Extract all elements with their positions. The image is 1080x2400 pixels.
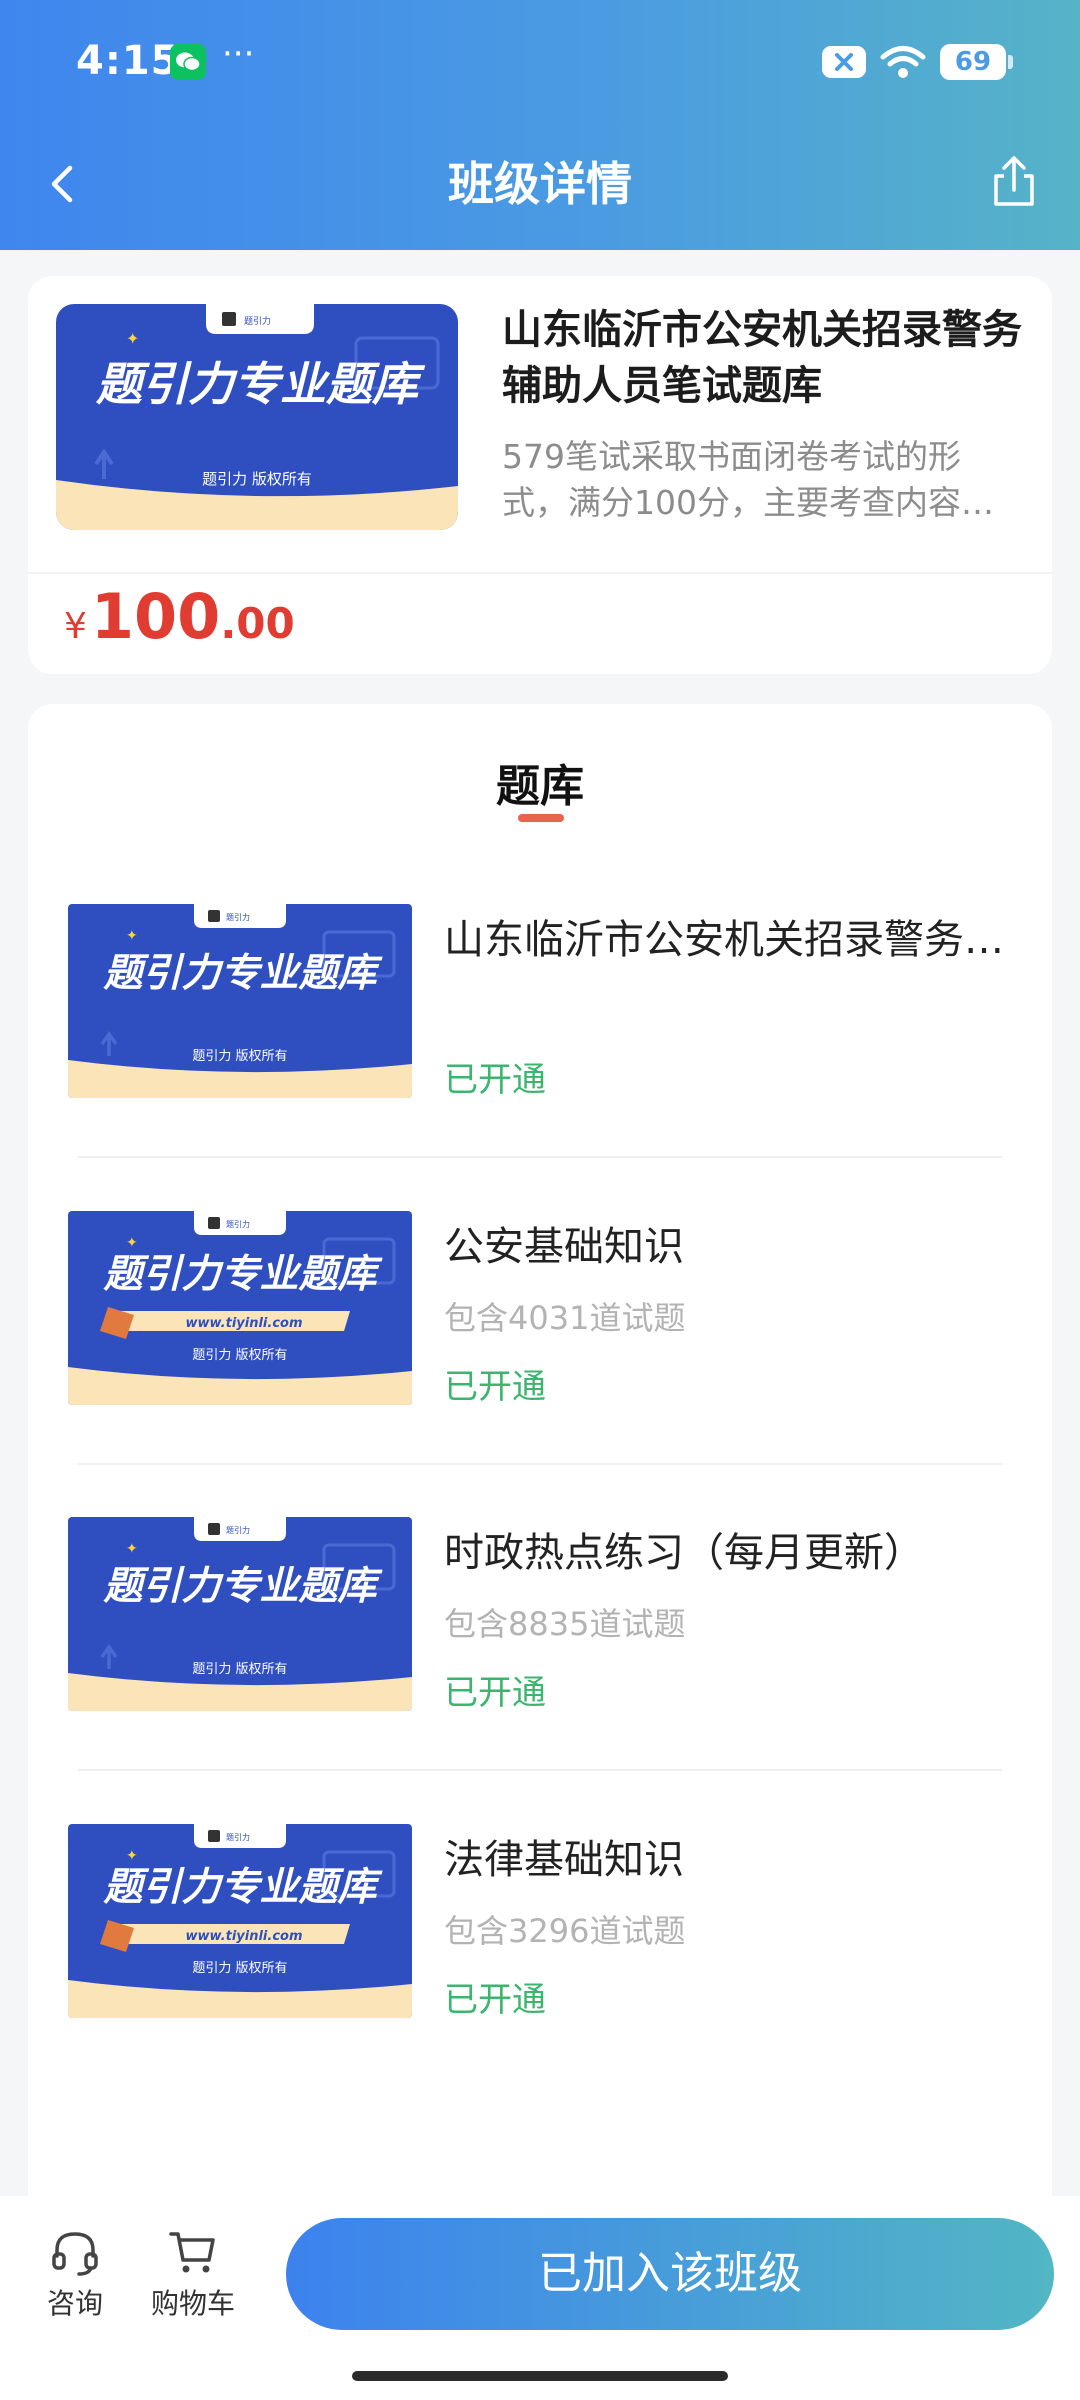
star-icon: ✦ — [126, 928, 138, 944]
cart-button[interactable]: 购物车 — [138, 2226, 248, 2322]
list-item[interactable]: 题引力 ✦ 题引力专业题库 题引力 版权所有 山东临沂市公安机关招录警务辅助人员… — [28, 904, 1052, 1210]
home-indicator — [352, 2371, 728, 2381]
divider — [78, 1463, 1002, 1465]
bank-cover-image: 题引力 ✦ 题引力专业题库 题引力 版权所有 — [68, 904, 412, 1098]
tab-underline — [518, 814, 564, 822]
wechat-icon — [170, 44, 206, 80]
cover-main-text: 题引力专业题库 — [102, 951, 383, 996]
joined-class-button[interactable]: 已加入该班级 — [286, 2218, 1054, 2330]
no-sim-icon — [822, 46, 866, 78]
battery-level: 69 — [954, 47, 992, 77]
cover-sub-text: 题引力 版权所有 — [192, 1048, 287, 1064]
bank-item-status: 已开通 — [444, 1980, 546, 2020]
star-icon: ✦ — [126, 1541, 138, 1557]
cover-main-text: 题引力专业题库 — [95, 357, 426, 411]
bank-item-name: 山东临沂市公安机关招录警务辅助人员笔试题库 — [444, 917, 1024, 963]
question-bank-card: 题库 题引力 ✦ 题引力专业题库 题引力 版权所有 山东临沂市公安机关招录警务辅… — [28, 704, 1052, 2200]
status-time: 4:15 — [76, 38, 180, 84]
bank-cover-image: 题引力 ✦ 题引力专业题库 www.tiyinli.com 题引力 版权所有 — [68, 1211, 412, 1405]
class-title: 山东临沂市公安机关招录警务辅助人员笔试题库 — [502, 307, 1022, 409]
tab-question-bank[interactable]: 题库 — [28, 750, 1052, 814]
cover-sub-text: 题引力 版权所有 — [192, 1661, 287, 1677]
cover-main-text: 题引力专业题库 — [102, 1865, 383, 1910]
wifi-icon — [880, 46, 926, 78]
bank-item-count: 包含4031道试题 — [444, 1299, 686, 1337]
page-title: 班级详情 — [448, 157, 632, 211]
price: ¥ 100 .00 — [64, 580, 295, 660]
bank-item-name: 时政热点练习（每月更新） — [444, 1530, 924, 1576]
star-icon: ✦ — [126, 329, 139, 348]
class-info-card: 题引力 ✦ 题引力专业题库 题引力 版权所有 山东临沂市公安机关招录警务辅助人员… — [28, 276, 1052, 674]
divider — [28, 572, 1052, 574]
bank-cover-image: 题引力 ✦ 题引力专业题库 题引力 版权所有 — [68, 1517, 412, 1711]
cover-sub-text: 题引力 版权所有 — [202, 470, 312, 488]
cover-sub-text: 题引力 版权所有 — [192, 1347, 287, 1363]
headset-icon — [52, 2232, 98, 2276]
cover-logo-text: 题引力 — [244, 315, 271, 326]
list-item[interactable]: 题引力 ✦ 题引力专业题库 www.tiyinli.com 题引力 版权所有 公… — [28, 1211, 1052, 1517]
bank-item-status: 已开通 — [444, 1060, 546, 1100]
price-decimal: .00 — [220, 599, 295, 648]
bank-cover-image: 题引力 ✦ 题引力专业题库 www.tiyinli.com 题引力 版权所有 — [68, 1824, 412, 2018]
app-header: 4:15 ··· 69 班级详情 — [0, 0, 1080, 250]
cover-sub-text: 题引力 版权所有 — [192, 1960, 287, 1976]
battery-cap — [1008, 55, 1013, 69]
list-item[interactable]: 题引力 ✦ 题引力专业题库 www.tiyinli.com 题引力 版权所有 法… — [28, 1824, 1052, 2130]
cover-main-text: 题引力专业题库 — [102, 1252, 383, 1297]
star-icon: ✦ — [126, 1848, 138, 1864]
class-description: 579笔试采取书面闭卷考试的形式，满分100分，主要考查内容为公安基础知识、时政… — [502, 437, 994, 522]
bank-item-name: 法律基础知识 — [444, 1837, 684, 1883]
bottom-action-bar: 咨询 购物车 已加入该班级 — [0, 2196, 1080, 2400]
share-icon — [994, 156, 1034, 206]
cover-main-text: 题引力专业题库 — [102, 1564, 383, 1609]
cart-icon — [169, 2232, 215, 2273]
cover-logo-text: 题引力 — [226, 1832, 250, 1842]
cover-url-text: www.tiyinli.com — [185, 1929, 302, 1944]
class-cover-image: 题引力 ✦ 题引力专业题库 题引力 版权所有 — [56, 304, 458, 530]
status-icons: 69 — [822, 42, 1013, 82]
cover-logo-text: 题引力 — [226, 912, 250, 922]
bank-item-count: 包含3296道试题 — [444, 1912, 686, 1950]
cover-url-text: www.tiyinli.com — [185, 1316, 302, 1331]
bank-item-count: 包含8835道试题 — [444, 1605, 686, 1643]
more-notifications-icon: ··· — [222, 34, 255, 74]
cover-logo-text: 题引力 — [226, 1525, 250, 1535]
price-currency: ¥ — [64, 606, 87, 647]
bank-item-status: 已开通 — [444, 1673, 546, 1713]
bank-item-name: 公安基础知识 — [444, 1224, 684, 1270]
divider — [78, 1156, 1002, 1158]
price-integer: 100 — [90, 580, 221, 653]
star-icon: ✦ — [126, 1235, 138, 1251]
share-button[interactable] — [984, 152, 1044, 212]
battery-icon: 69 — [940, 44, 1013, 80]
list-item[interactable]: 题引力 ✦ 题引力专业题库 题引力 版权所有 时政热点练习（每月更新） 包含88… — [28, 1517, 1052, 1823]
cover-logo-text: 题引力 — [226, 1219, 250, 1229]
bank-item-status: 已开通 — [444, 1367, 546, 1407]
consult-button[interactable]: 咨询 — [20, 2226, 130, 2322]
cart-label: 购物车 — [150, 2287, 235, 2320]
consult-label: 咨询 — [46, 2287, 103, 2320]
divider — [78, 1769, 1002, 1771]
